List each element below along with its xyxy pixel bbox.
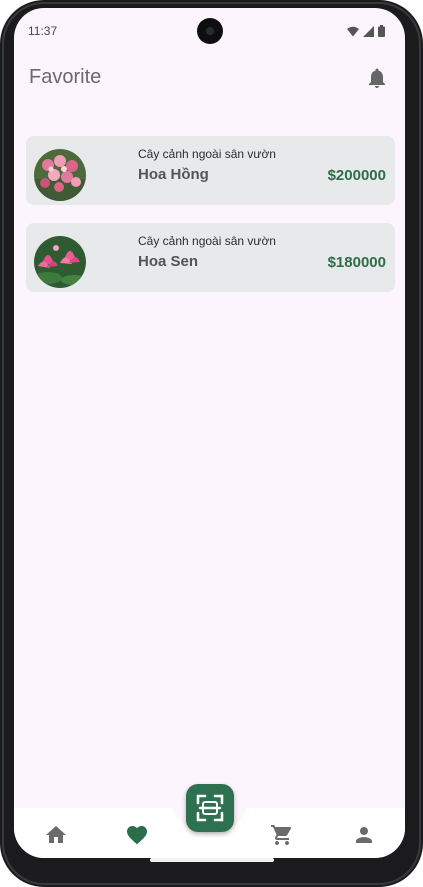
heart-icon[interactable] bbox=[125, 823, 149, 847]
product-name: Hoa Hồng bbox=[138, 166, 209, 183]
front-camera bbox=[197, 18, 223, 44]
signal-icon bbox=[363, 25, 374, 37]
favorite-item[interactable]: Cây cảnh ngoài sân vườn Hoa Hồng $200000 bbox=[26, 136, 395, 205]
product-price: $200000 bbox=[327, 167, 386, 184]
bell-icon[interactable] bbox=[365, 66, 389, 90]
home-icon[interactable] bbox=[44, 823, 68, 847]
status-time: 11:37 bbox=[28, 24, 58, 38]
battery-icon bbox=[378, 25, 385, 37]
product-category: Cây cảnh ngoài sân vườn bbox=[138, 234, 276, 248]
app-bar: Favorite bbox=[14, 58, 405, 98]
phone-frame: 11:37 Favorite Cây cảnh ngoài sân vườn H… bbox=[0, 0, 423, 887]
system-icons bbox=[347, 25, 385, 37]
status-bar: 11:37 bbox=[14, 8, 405, 54]
product-category: Cây cảnh ngoài sân vườn bbox=[138, 147, 276, 161]
person-icon[interactable] bbox=[352, 823, 376, 847]
product-image-rose bbox=[34, 149, 86, 201]
cart-icon[interactable] bbox=[270, 823, 294, 847]
product-price: $180000 bbox=[327, 254, 386, 271]
app-screen: 11:37 Favorite Cây cảnh ngoài sân vườn H… bbox=[14, 8, 405, 858]
favorite-item[interactable]: Cây cảnh ngoài sân vườn Hoa Sen $180000 bbox=[26, 223, 395, 292]
page-title: Favorite bbox=[29, 66, 102, 88]
scan-button[interactable] bbox=[186, 784, 234, 832]
product-name: Hoa Sen bbox=[138, 253, 199, 270]
home-indicator[interactable] bbox=[150, 858, 274, 862]
product-image-lotus bbox=[34, 236, 86, 288]
wifi-icon bbox=[347, 26, 359, 36]
scan-icon bbox=[196, 794, 224, 822]
